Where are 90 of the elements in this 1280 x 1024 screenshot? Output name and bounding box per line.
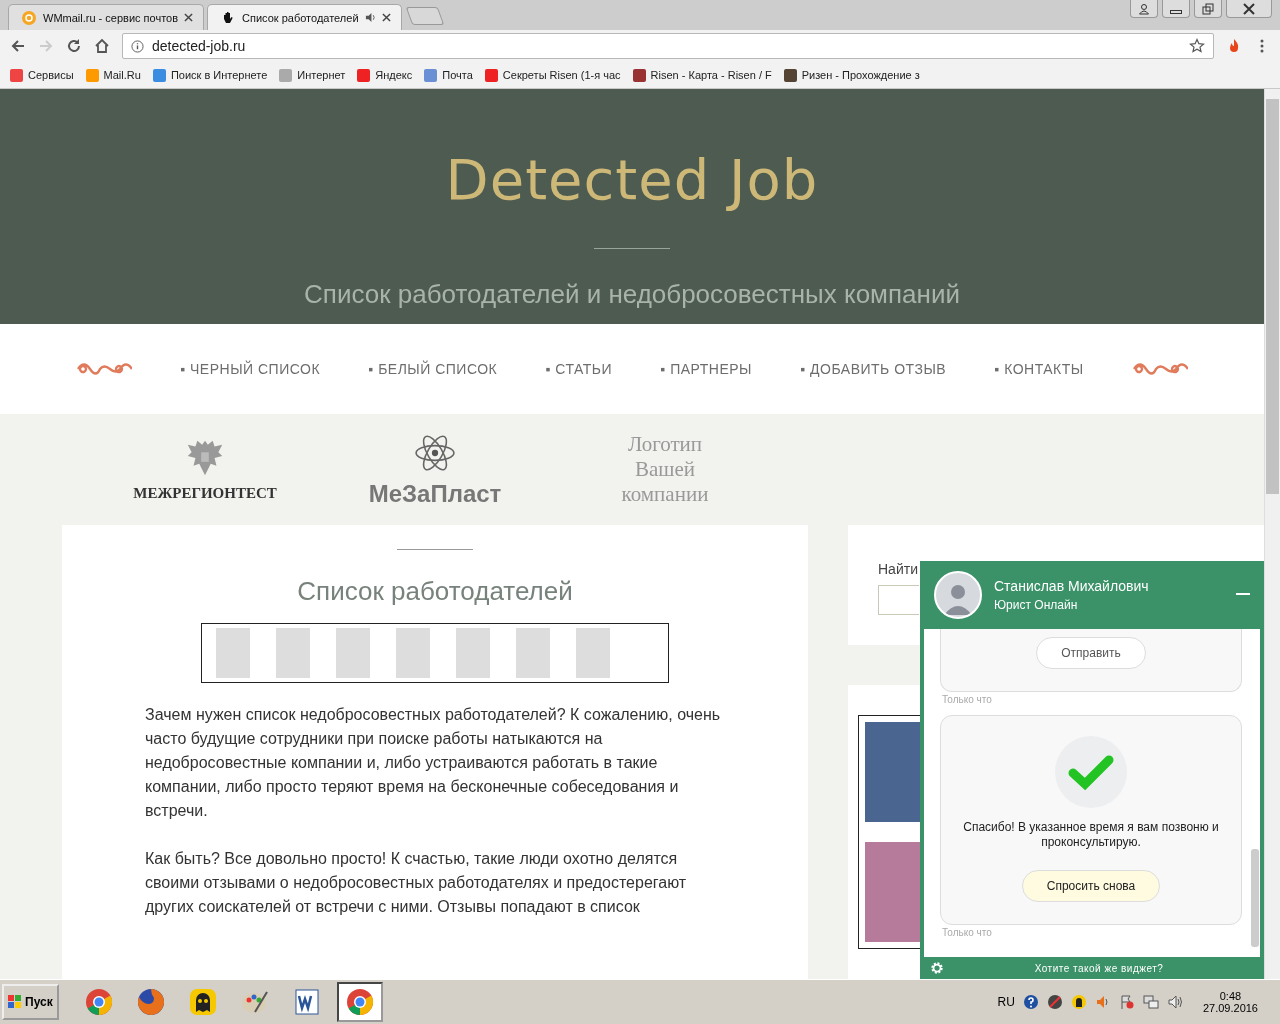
no-entry-icon[interactable] (1046, 994, 1063, 1010)
bookmark-icon (484, 68, 498, 82)
settings-icon[interactable] (930, 961, 944, 975)
minimize-icon (1170, 9, 1182, 14)
page-scrollbar[interactable] (1264, 89, 1280, 979)
flag-icon[interactable] (1118, 994, 1135, 1010)
bookmark[interactable]: Сервисы (10, 68, 74, 82)
nav-link[interactable]: ▪ КОНТАКТЫ (994, 360, 1084, 377)
content-heading: Список работодателей (297, 576, 573, 607)
bookmark-icon (152, 68, 166, 82)
start-button[interactable]: Пуск (2, 984, 59, 1020)
partner-name[interactable]: МЕЖРЕГИОНТЕСТ (133, 485, 277, 503)
clock[interactable]: 0:48 27.09.2016 (1202, 990, 1258, 1014)
language-indicator[interactable]: RU (997, 995, 1015, 1009)
browser-tab[interactable]: Список работодателей (207, 4, 402, 30)
word-document-icon (292, 988, 321, 1016)
star-icon[interactable] (1189, 38, 1205, 54)
bookmark[interactable]: Ризен - Прохождение з (783, 68, 920, 82)
nav-link[interactable]: ▪ СТАТЬИ (545, 360, 613, 377)
paragraph: Зачем нужен список недобросовестных работодателей? К сожалению, очень часто будущие сотрудники при поиске работы натыкаются на недобросовестные компании и, либо устраиваются работать в такие компании, либо просто теряют время на бесконечные собеседования и встречи. (145, 705, 722, 821)
browser-tab[interactable]: WMmail.ru - сервис почтов (8, 4, 205, 30)
home-icon[interactable] (94, 38, 110, 54)
bookmark-icon (783, 68, 797, 82)
ask-again-button[interactable]: Спросить снова (1021, 870, 1161, 902)
ad-banner[interactable] (201, 623, 669, 683)
taskbar-app[interactable] (336, 982, 383, 1022)
volume-icon[interactable] (1166, 994, 1183, 1010)
site-title: Detected Job (445, 147, 819, 212)
bookmark[interactable]: Секреты Risen (1-я час (484, 68, 621, 82)
bookmark-icon (424, 68, 438, 82)
search-field[interactable] (878, 585, 919, 615)
clock-time: 0:48 (1219, 990, 1242, 1002)
bookmark-icon (279, 68, 293, 82)
ghost-icon[interactable] (1070, 994, 1087, 1010)
send-button[interactable]: Отправить (1036, 637, 1146, 669)
windows-logo-icon (8, 995, 22, 1009)
product-photo-placeholder (276, 628, 310, 678)
nav-link[interactable]: ▪ БЕЛЫЙ СПИСОК (368, 360, 498, 377)
close-window-button[interactable] (1226, 0, 1272, 18)
widget-promo-link[interactable]: Хотите такой же виджет? (944, 962, 1254, 974)
agent-name: Станислав Михайлович (994, 578, 1150, 594)
bookmark-icon (632, 68, 646, 82)
person-icon (1138, 2, 1150, 15)
back-icon[interactable] (10, 38, 26, 54)
nav-link[interactable]: ▪ ПАРТНЕРЫ (660, 360, 752, 377)
bookmark[interactable]: Risen - Карта - Risen / F (632, 68, 772, 82)
restore-button[interactable] (1194, 0, 1222, 18)
address-field[interactable]: detected-job.ru (122, 33, 1214, 59)
restore-icon (1202, 2, 1214, 15)
product-photo-placeholder (396, 628, 430, 678)
minimize-button[interactable] (1162, 0, 1190, 18)
chrome-icon (345, 988, 374, 1016)
message-time: Только что (942, 927, 993, 938)
message-text: Спасибо! В указанное время я вам позвоню и проконсультирую. (962, 820, 1220, 850)
user-button[interactable] (1130, 0, 1158, 18)
close-icon[interactable] (184, 13, 194, 22)
bookmark-icon (10, 68, 23, 82)
paragraph: Как быть? Все довольно просто! К счастью, такие люди охотно делятся своими отзывами о недобросовестных работодателях и предостерегают других соискателей от встречи с ними. Отзывы попадают в список (145, 849, 688, 917)
chrome-icon (84, 988, 113, 1016)
bookmark[interactable]: Яндекс (357, 68, 413, 82)
bookmark[interactable]: Почта (424, 68, 473, 82)
product-photo-placeholder (456, 628, 490, 678)
bookmark-icon (85, 68, 99, 82)
product-photo-placeholder (336, 628, 370, 678)
close-icon (1243, 2, 1255, 15)
bookmark[interactable]: Поиск в Интернете (152, 68, 268, 82)
minimize-icon[interactable] (1236, 593, 1250, 597)
mail-favicon-icon (21, 9, 37, 26)
clock-date: 27.09.2016 (1202, 1002, 1258, 1014)
bookmark[interactable]: Интернет (279, 68, 346, 82)
product-photo-placeholder (576, 628, 610, 678)
nav-link[interactable]: ▪ ДОБАВИТЬ ОТЗЫВ (800, 360, 947, 377)
close-icon[interactable] (381, 13, 391, 22)
site-subtitle: Список работодателей и недобросовестных компаний (304, 279, 960, 310)
ghost-icon (188, 988, 217, 1016)
agent-role: Юрист Онлайн (994, 598, 1079, 612)
network-icon[interactable] (1142, 994, 1159, 1010)
bookmark[interactable]: Mail.Ru (85, 68, 141, 82)
search-label: Найти (878, 561, 919, 577)
partner-name[interactable]: МеЗаПласт (368, 479, 502, 508)
reload-icon[interactable] (66, 38, 82, 54)
info-icon (131, 39, 144, 53)
bookmark-icon (357, 68, 371, 82)
product-photo-placeholder (516, 628, 550, 678)
checkmark-icon (1055, 736, 1127, 808)
avatar (934, 571, 982, 619)
product-photo-placeholder (216, 628, 250, 678)
message-time: Только что (942, 694, 993, 705)
nav-link[interactable]: ▪ ЧЕРНЫЙ СПИСОК (180, 360, 321, 377)
help-icon[interactable] (1022, 994, 1039, 1010)
